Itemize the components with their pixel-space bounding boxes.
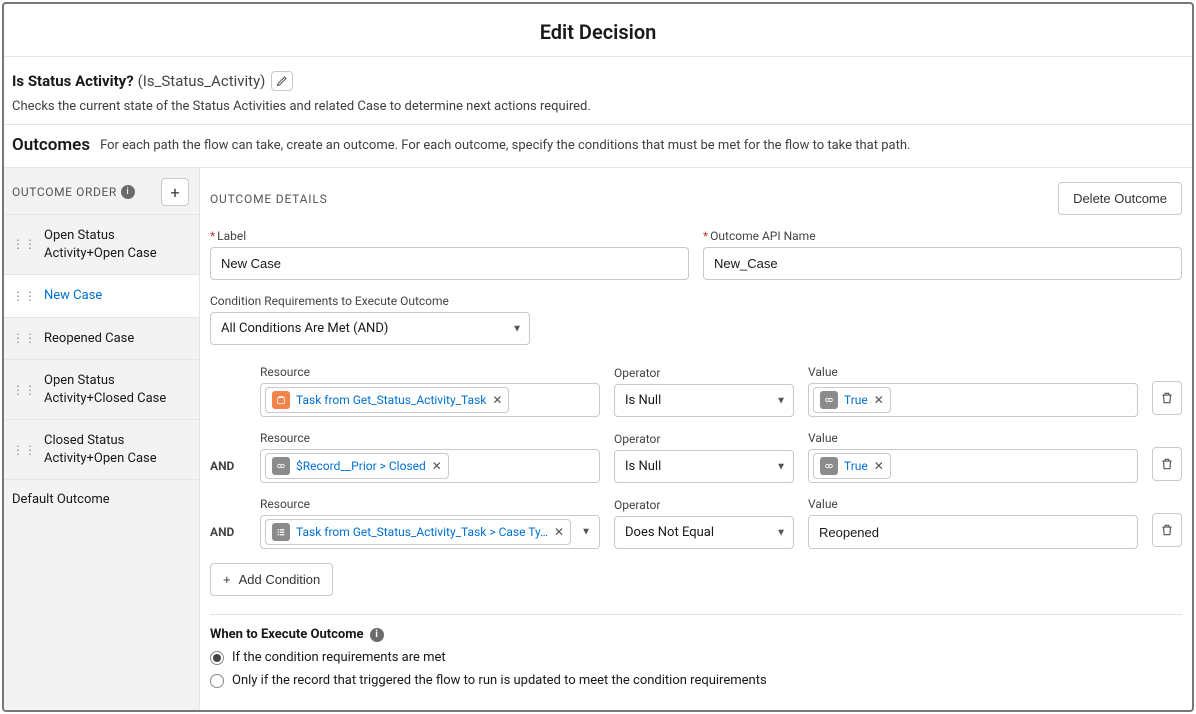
resource-pill-text: Task from Get_Status_Activity_Task	[296, 393, 486, 407]
condition-requirements-value: All Conditions Are Met (AND)	[210, 312, 530, 345]
operator-header: Operator	[614, 366, 794, 380]
remove-pill-icon[interactable]: ✕	[432, 459, 442, 473]
outcome-list: ⋮⋮ Open Status Activity+Open Case ⋮⋮ New…	[4, 215, 199, 480]
outcomes-heading: Outcomes	[12, 135, 90, 155]
trash-icon	[1160, 523, 1174, 537]
outcome-item[interactable]: ⋮⋮ Open Status Activity+Closed Case	[4, 360, 199, 420]
operator-select[interactable]: Is Null	[614, 450, 794, 483]
delete-condition-button[interactable]	[1152, 513, 1182, 547]
remove-pill-icon[interactable]: ✕	[554, 525, 564, 539]
outcome-order-panel: OUTCOME ORDER i + ⋮⋮ Open Status Activit…	[4, 168, 200, 710]
add-condition-label: Add Condition	[239, 572, 321, 587]
operator-select[interactable]: Is Null	[614, 384, 794, 417]
logic-operator: AND	[210, 459, 246, 483]
outcomes-help: For each path the flow can take, create …	[100, 138, 910, 153]
operator-select[interactable]: Does Not Equal	[614, 516, 794, 549]
condition-row: AND Resource $Record__Prior > Closed ✕	[210, 431, 1182, 483]
outcome-item-label: New Case	[44, 287, 189, 305]
trash-icon	[1160, 391, 1174, 405]
execute-option-2-label: Only if the record that triggered the fl…	[232, 673, 767, 688]
delete-condition-button[interactable]	[1152, 381, 1182, 415]
when-to-execute-heading: When to Execute Outcome	[210, 627, 364, 642]
outcome-item[interactable]: ⋮⋮ Closed Status Activity+Open Case	[4, 420, 199, 480]
outcome-item-label: Reopened Case	[44, 330, 189, 348]
chevron-down-icon: ▼	[581, 527, 591, 538]
outcome-item-label: Open Status Activity+Open Case	[44, 227, 189, 262]
resource-input[interactable]: $Record__Prior > Closed ✕	[260, 449, 600, 483]
decision-label: Is Status Activity?	[12, 72, 134, 90]
edit-decision-modal: Edit Decision Is Status Activity? (Is_St…	[2, 2, 1194, 712]
resource-header: Resource	[260, 365, 600, 379]
add-condition-button[interactable]: + Add Condition	[210, 563, 333, 596]
value-header: Value	[808, 431, 1138, 445]
execute-option-1-label: If the condition requirements are met	[232, 650, 446, 665]
delete-outcome-button[interactable]: Delete Outcome	[1058, 182, 1182, 215]
value-header: Value	[808, 497, 1138, 511]
condition-row: AND Resource Task from Get_Status_Activi…	[210, 497, 1182, 549]
resource-input[interactable]: Task from Get_Status_Activity_Task ✕	[260, 383, 600, 417]
drag-handle-icon[interactable]: ⋮⋮	[12, 382, 36, 398]
resource-header: Resource	[260, 431, 600, 445]
edit-decision-name-button[interactable]	[271, 71, 293, 91]
resource-pill-text: Task from Get_Status_Activity_Task > Cas…	[296, 525, 548, 539]
info-icon[interactable]: i	[121, 185, 135, 199]
outcome-item[interactable]: ⋮⋮ Reopened Case	[4, 318, 199, 361]
condition-row: Resource Task from Get_Status_Activity_T…	[210, 365, 1182, 417]
condition-requirements-label: Condition Requirements to Execute Outcom…	[210, 294, 1182, 308]
globalconstant-icon	[820, 457, 838, 475]
execute-option-1[interactable]: If the condition requirements are met	[210, 650, 1182, 665]
info-icon[interactable]: i	[370, 628, 384, 642]
task-icon	[272, 391, 290, 409]
outcomes-strip: Outcomes For each path the flow can take…	[4, 125, 1192, 168]
resource-input[interactable]: Task from Get_Status_Activity_Task > Cas…	[260, 515, 600, 549]
value-input[interactable]: True ✕	[808, 449, 1138, 483]
radio-icon	[210, 651, 224, 665]
remove-pill-icon[interactable]: ✕	[874, 459, 884, 473]
operator-header: Operator	[614, 432, 794, 446]
default-outcome-item[interactable]: Default Outcome	[4, 480, 199, 519]
resource-header: Resource	[260, 497, 600, 511]
outcome-order-title: OUTCOME ORDER	[12, 185, 117, 199]
plus-icon: +	[223, 572, 231, 587]
picklist-icon	[272, 523, 290, 541]
outcome-item[interactable]: ⋮⋮ New Case	[4, 275, 199, 318]
decision-api-name: (Is_Status_Activity)	[138, 72, 266, 90]
logic-operator: AND	[210, 525, 246, 549]
drag-handle-icon[interactable]: ⋮⋮	[12, 442, 36, 458]
execute-option-2[interactable]: Only if the record that triggered the fl…	[210, 673, 1182, 688]
outcome-item[interactable]: ⋮⋮ Open Status Activity+Open Case	[4, 215, 199, 275]
outcome-details-panel: OUTCOME DETAILS Delete Outcome Label Out…	[200, 168, 1192, 710]
decision-description: Checks the current state of the Status A…	[12, 99, 1184, 114]
api-name-field-label: Outcome API Name	[703, 229, 1182, 243]
drag-handle-icon[interactable]: ⋮⋮	[12, 236, 36, 252]
value-input[interactable]: True ✕	[808, 383, 1138, 417]
resource-pill-text: $Record__Prior > Closed	[296, 459, 426, 473]
pencil-icon	[276, 75, 288, 87]
value-header: Value	[808, 365, 1138, 379]
radio-icon	[210, 674, 224, 688]
operator-header: Operator	[614, 498, 794, 512]
outcome-label-input[interactable]	[210, 247, 689, 280]
outcome-item-label: Closed Status Activity+Open Case	[44, 432, 189, 467]
decision-header: Is Status Activity? (Is_Status_Activity)…	[4, 57, 1192, 125]
value-text-input[interactable]	[808, 515, 1138, 549]
value-pill-text: True	[844, 459, 868, 473]
outcome-api-name-input[interactable]	[703, 247, 1182, 280]
globalconstant-icon	[820, 391, 838, 409]
delete-condition-button[interactable]	[1152, 447, 1182, 481]
value-pill-text: True	[844, 393, 868, 407]
globalvariable-icon	[272, 457, 290, 475]
condition-requirements-select[interactable]: All Conditions Are Met (AND) ▼	[210, 312, 530, 345]
remove-pill-icon[interactable]: ✕	[874, 393, 884, 407]
trash-icon	[1160, 457, 1174, 471]
modal-title: Edit Decision	[4, 4, 1192, 57]
drag-handle-icon[interactable]: ⋮⋮	[12, 288, 36, 304]
drag-handle-icon[interactable]: ⋮⋮	[12, 330, 36, 346]
add-outcome-button[interactable]: +	[161, 178, 189, 206]
outcome-details-heading: OUTCOME DETAILS	[210, 192, 328, 206]
label-field-label: Label	[210, 229, 689, 243]
outcome-item-label: Open Status Activity+Closed Case	[44, 372, 189, 407]
conditions-list: Resource Task from Get_Status_Activity_T…	[210, 365, 1182, 596]
remove-pill-icon[interactable]: ✕	[492, 393, 502, 407]
